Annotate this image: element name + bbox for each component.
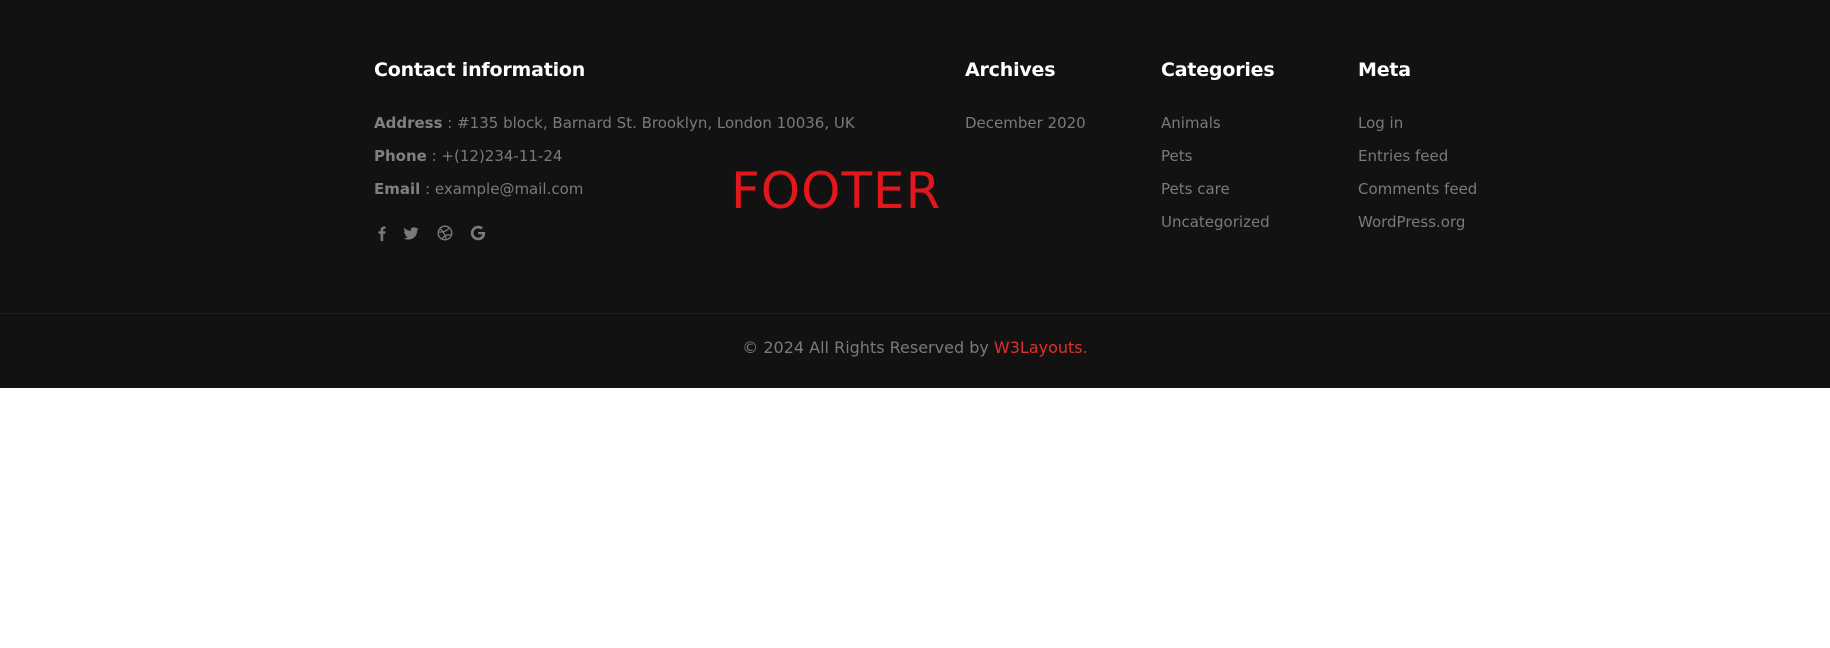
address-line: Address : #135 block, Barnard St. Brookl… <box>374 114 855 132</box>
meta-heading: Meta <box>1358 59 1411 81</box>
site-footer: Contact information Address : #135 block… <box>0 0 1830 388</box>
email-label: Email <box>374 180 421 198</box>
archives-heading: Archives <box>965 59 1056 81</box>
copyright-text: © 2024 All Rights Reserved by <box>742 338 994 357</box>
twitter-icon[interactable] <box>403 225 419 241</box>
category-link-pets-care[interactable]: Pets care <box>1161 180 1230 198</box>
meta-link-log-in[interactable]: Log in <box>1358 114 1403 132</box>
contact-heading: Contact information <box>374 59 586 81</box>
phone-line: Phone : +(12)234-11-24 <box>374 147 562 165</box>
copyright-bar: © 2024 All Rights Reserved by W3Layouts. <box>0 338 1830 357</box>
google-icon[interactable] <box>470 225 486 241</box>
footer-overlay-label: FOOTER <box>731 162 942 220</box>
category-link-uncategorized[interactable]: Uncategorized <box>1161 213 1270 231</box>
archive-link[interactable]: December 2020 <box>965 114 1086 132</box>
footer-divider <box>0 313 1830 314</box>
meta-link-wordpress-org[interactable]: WordPress.org <box>1358 213 1465 231</box>
category-link-animals[interactable]: Animals <box>1161 114 1221 132</box>
facebook-icon[interactable] <box>374 225 390 241</box>
category-link-pets[interactable]: Pets <box>1161 147 1192 165</box>
categories-heading: Categories <box>1161 59 1275 81</box>
footer-widgets: Contact information Address : #135 block… <box>0 0 1830 313</box>
meta-link-entries-feed[interactable]: Entries feed <box>1358 147 1448 165</box>
email-line: Email : example@mail.com <box>374 180 583 198</box>
address-label: Address <box>374 114 443 132</box>
email-value: : example@mail.com <box>420 180 584 198</box>
phone-value: : +(12)234-11-24 <box>426 147 563 165</box>
w3layouts-link[interactable]: W3Layouts. <box>994 338 1088 357</box>
dribbble-icon[interactable] <box>437 225 453 241</box>
phone-label: Phone <box>374 147 427 165</box>
meta-link-comments-feed[interactable]: Comments feed <box>1358 180 1477 198</box>
address-value: : #135 block, Barnard St. Brooklyn, Lond… <box>442 114 855 132</box>
